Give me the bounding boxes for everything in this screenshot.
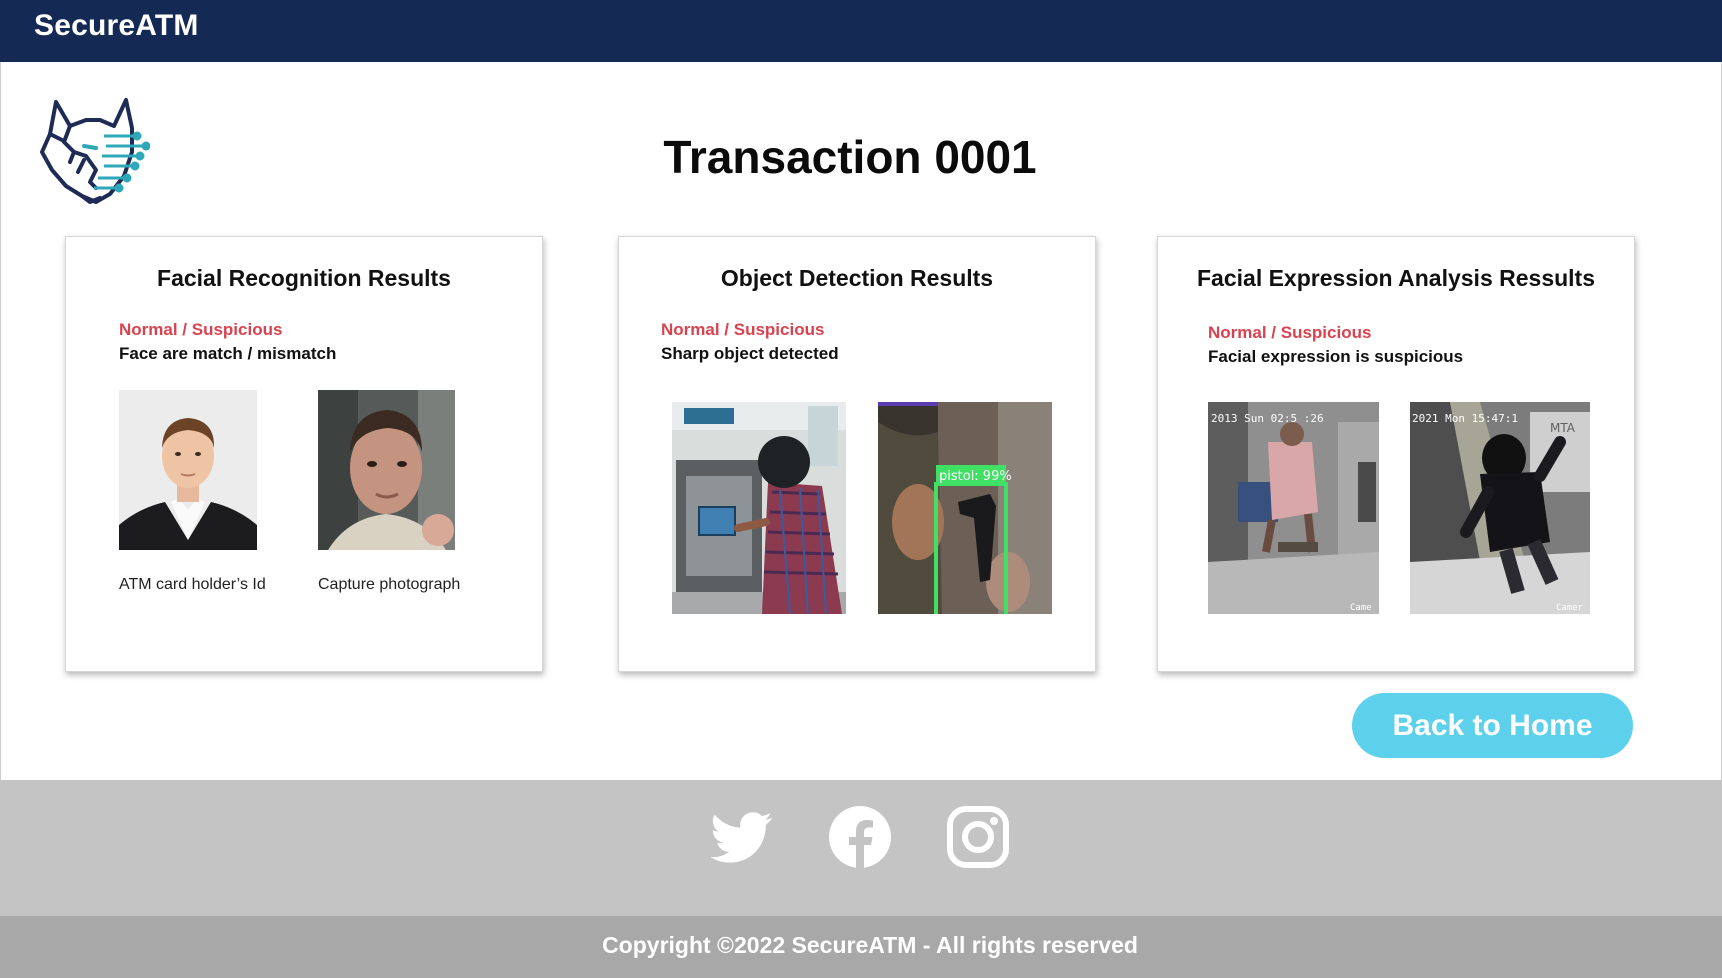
detection-label: pistol: 99% <box>939 469 1012 484</box>
card-title: Facial Recognition Results <box>157 265 451 291</box>
image-caption: Capture photograph <box>318 576 461 593</box>
object-detection-card: Object Detection Results Normal / Suspic… <box>618 236 1096 672</box>
card-title: Facial Expression Analysis Ressults <box>1197 265 1595 291</box>
facial-recognition-card: Facial Recognition Results Normal / Susp… <box>65 236 543 672</box>
result-description: Sharp object detected <box>661 344 839 363</box>
status-text: Normal / Suspicious <box>119 320 283 339</box>
copyright-text: Copyright ©2022 SecureATM - All rights r… <box>602 932 1138 958</box>
cctv-timestamp: 2013 Sun 02:5 :26 <box>1211 412 1324 425</box>
page-title: Transaction 0001 <box>663 131 1037 183</box>
capture-photograph <box>318 390 455 550</box>
top-navbar: SecureATM <box>0 0 1722 62</box>
facebook-icon[interactable] <box>829 806 891 868</box>
pistol-detection-photo: pistol: 99% <box>878 402 1052 614</box>
instagram-icon[interactable] <box>947 806 1009 868</box>
cctv-frame-1: 2013 Sun 02:5 :26 Came <box>1208 402 1379 614</box>
back-to-home-button[interactable]: Back to Home <box>1352 693 1633 758</box>
result-description: Face are match / mismatch <box>119 344 337 363</box>
sign-text: MTA <box>1550 421 1576 435</box>
cctv-timestamp: 2021 Mon 15:47:1 <box>1412 412 1518 425</box>
atm-card-holder-id-photo <box>119 390 257 550</box>
facial-expression-card: Facial Expression Analysis Ressults Norm… <box>1157 236 1635 672</box>
status-text: Normal / Suspicious <box>661 320 825 339</box>
atm-user-helmet-photo <box>672 402 846 614</box>
footer-copyright-bar: Copyright ©2022 SecureATM - All rights r… <box>0 916 1722 978</box>
cctv-frame-2: MTA 2021 Mon 15:47:1 Camer <box>1410 402 1590 614</box>
camera-label: Camer <box>1556 603 1584 613</box>
twitter-icon[interactable] <box>710 806 773 868</box>
status-text: Normal / Suspicious <box>1208 323 1372 342</box>
camera-label: Came <box>1350 603 1372 613</box>
card-title: Object Detection Results <box>720 265 994 291</box>
result-description: Facial expression is suspicious <box>1208 347 1464 366</box>
image-caption: ATM card holder’s Id <box>119 576 266 593</box>
brand-name[interactable]: SecureATM <box>34 9 199 43</box>
